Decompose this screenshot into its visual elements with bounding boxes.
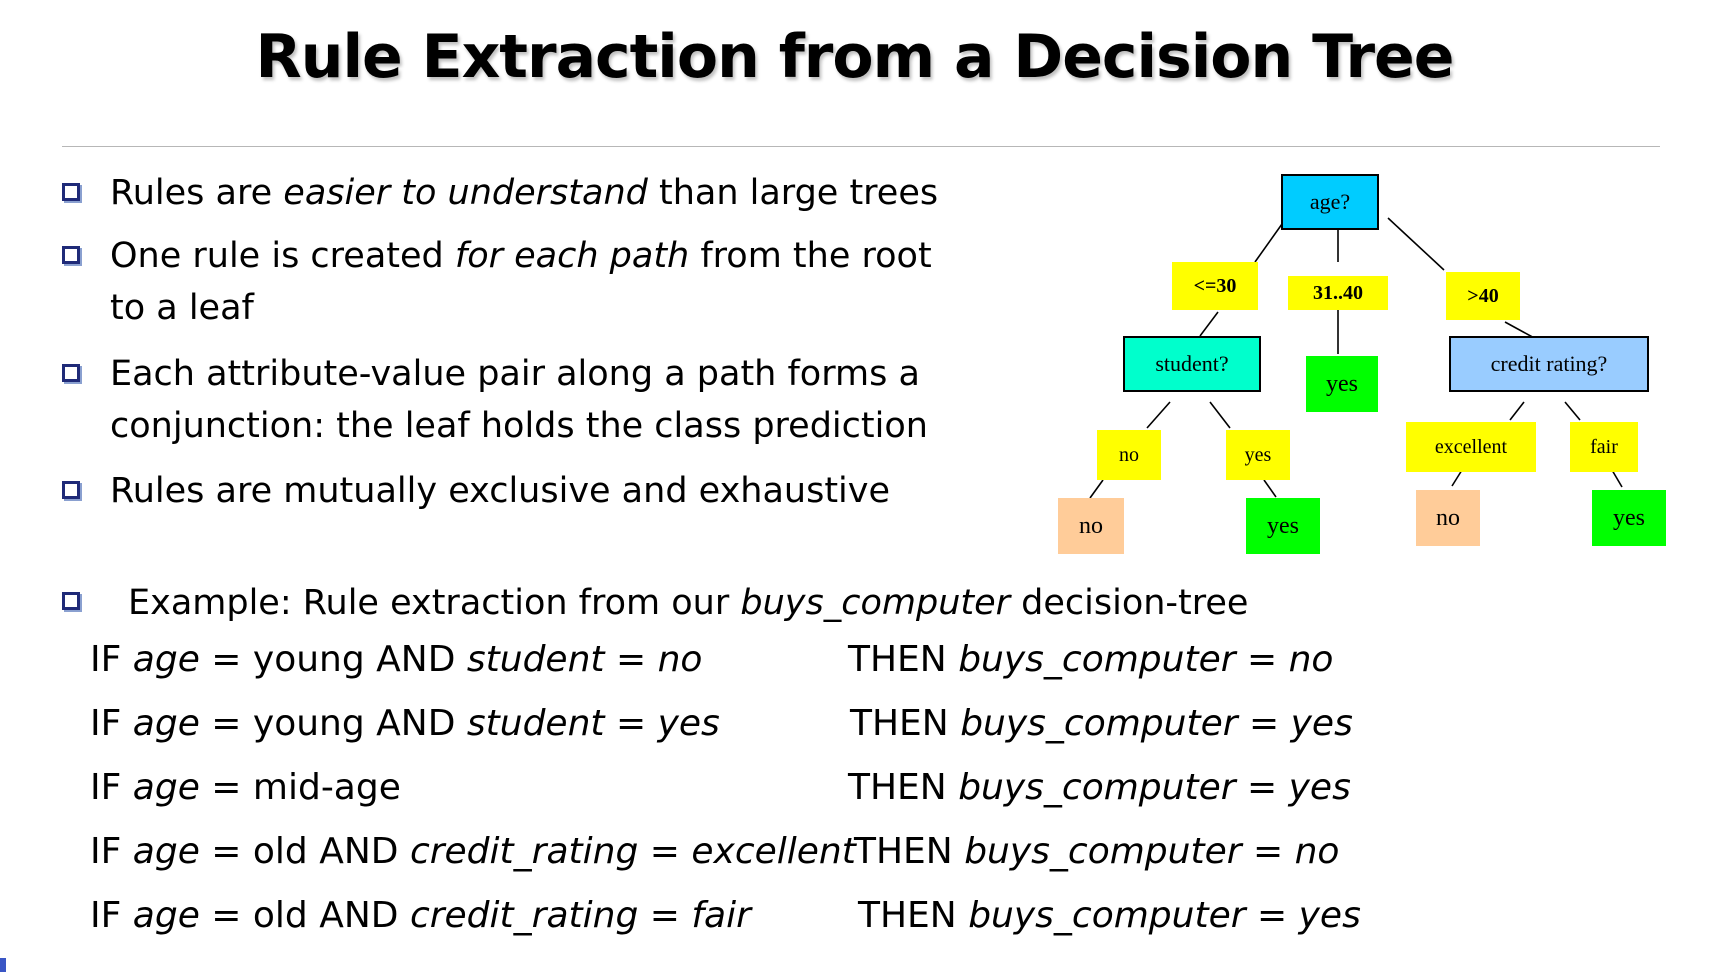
bullet-2-text: One rule is created for each path from t… bbox=[110, 230, 932, 282]
example-post: decision-tree bbox=[1010, 583, 1249, 623]
rule-conclusion-part: yes bbox=[1298, 895, 1361, 936]
slide-edge-mark bbox=[0, 958, 6, 972]
rule-condition-part: IF bbox=[90, 639, 133, 680]
rule-condition: IF age = young AND student = yes bbox=[90, 702, 720, 746]
rule-conclusion-part: THEN bbox=[858, 895, 969, 936]
bullet-icon bbox=[62, 592, 80, 610]
rule-conclusion-part: THEN bbox=[850, 703, 961, 744]
rule-conclusion: THEN buys_computer = no bbox=[854, 830, 1339, 874]
bullet-2-pre: One rule is created bbox=[110, 236, 455, 276]
rule-condition-part: age bbox=[132, 639, 200, 680]
rule-condition-part: credit_rating bbox=[409, 831, 639, 872]
rule-condition-part: IF bbox=[90, 831, 133, 872]
rule-conclusion-part: yes bbox=[1290, 703, 1353, 744]
rule-conclusion-part: = bbox=[1237, 703, 1291, 744]
rule-conclusion-part: buys_computer bbox=[960, 703, 1238, 744]
rule-condition: IF age = old AND credit_rating = fair bbox=[90, 894, 751, 938]
leaf-yes-mid-age: yes bbox=[1306, 356, 1378, 412]
rule-conclusion: THEN buys_computer = yes bbox=[850, 702, 1353, 746]
rule-condition-part: credit_rating bbox=[409, 895, 639, 936]
rule-conclusion-part: = bbox=[1235, 639, 1289, 680]
branch-label-student-no: no bbox=[1097, 430, 1161, 480]
rule-conclusion: THEN buys_computer = yes bbox=[858, 894, 1361, 938]
bullet-icon bbox=[62, 364, 80, 382]
rule-condition-part: IF bbox=[90, 895, 133, 936]
example-pre: Example: Rule extraction from our bbox=[128, 583, 741, 623]
rule-conclusion: THEN buys_computer = no bbox=[848, 638, 1333, 682]
example-em: buys_computer bbox=[740, 583, 1011, 623]
rule-condition-part: no bbox=[657, 639, 703, 680]
branch-label-le30: <=30 bbox=[1172, 262, 1258, 310]
rule-condition-part: = old AND bbox=[199, 895, 410, 936]
leaf-yes-fair: yes bbox=[1592, 490, 1666, 546]
rule-condition-part: = young AND bbox=[199, 703, 467, 744]
leaf-yes-student: yes bbox=[1246, 498, 1320, 554]
bullet-3-line1: Each attribute-value pair along a path f… bbox=[110, 354, 920, 394]
bullet-2-post: from the root bbox=[689, 236, 932, 276]
example-text: Example: Rule extraction from our buys_c… bbox=[128, 577, 1248, 629]
rule-conclusion-part: = bbox=[1245, 895, 1299, 936]
rule-conclusion-part: yes bbox=[1288, 767, 1351, 808]
rule-condition-part: = bbox=[604, 703, 658, 744]
leaf-no-excellent: no bbox=[1416, 490, 1480, 546]
rule-condition-part: = young AND bbox=[199, 639, 467, 680]
rule-condition-part: yes bbox=[657, 703, 720, 744]
rule-conclusion-part: no bbox=[1294, 831, 1340, 872]
branch-label-31-40: 31..40 bbox=[1288, 276, 1388, 310]
rule-condition-part: = bbox=[638, 895, 692, 936]
tree-credit-rating-node: credit rating? bbox=[1449, 336, 1649, 392]
bullet-1-pre: Rules are bbox=[110, 173, 284, 213]
bullet-2-line2: to a leaf bbox=[110, 288, 254, 328]
rule-conclusion: THEN buys_computer = yes bbox=[848, 766, 1351, 810]
bullet-1-post: than large trees bbox=[647, 173, 939, 213]
rule-conclusion-part: = bbox=[1235, 767, 1289, 808]
rule-conclusion-part: buys_computer bbox=[958, 767, 1236, 808]
bullet-4-text: Rules are mutually exclusive and exhaust… bbox=[110, 471, 891, 511]
rule-condition-part: student bbox=[466, 639, 605, 680]
bullet-1-text: Rules are easier to understand than larg… bbox=[110, 167, 938, 219]
rule-condition: IF age = young AND student = no bbox=[90, 638, 702, 682]
bullet-icon bbox=[62, 481, 80, 499]
bullet-icon bbox=[62, 246, 80, 264]
rule-condition-part: IF bbox=[90, 767, 133, 808]
bullet-3-line2: conjunction: the leaf holds the class pr… bbox=[110, 406, 928, 446]
rule-condition-part: fair bbox=[691, 895, 751, 936]
bullet-icon bbox=[62, 183, 80, 201]
bullet-1-em: easier to understand bbox=[283, 173, 648, 213]
rule-condition-part: excellent bbox=[691, 831, 856, 872]
branch-label-gt40: >40 bbox=[1446, 272, 1520, 320]
tree-root-node: age? bbox=[1281, 174, 1379, 230]
leaf-no-student: no bbox=[1058, 498, 1124, 554]
rule-condition-part: age bbox=[132, 895, 200, 936]
rule-conclusion-part: buys_computer bbox=[964, 831, 1242, 872]
rule-conclusion-part: THEN bbox=[854, 831, 965, 872]
slide-title: Rule Extraction from a Decision Tree bbox=[255, 22, 1455, 92]
rule-conclusion-part: THEN bbox=[848, 639, 959, 680]
rule-conclusion-part: THEN bbox=[848, 767, 959, 808]
rule-conclusion-part: = bbox=[1241, 831, 1295, 872]
rule-conclusion-part: buys_computer bbox=[968, 895, 1246, 936]
rule-condition: IF age = mid-age bbox=[90, 766, 401, 810]
rule-condition-part: age bbox=[132, 703, 200, 744]
rule-condition: IF age = old AND credit_rating = excelle… bbox=[90, 830, 856, 874]
tree-student-node: student? bbox=[1123, 336, 1261, 392]
rule-condition-part: age bbox=[132, 831, 200, 872]
rule-condition-part: IF bbox=[90, 703, 133, 744]
branch-label-fair: fair bbox=[1570, 422, 1638, 472]
rule-condition-part: age bbox=[132, 767, 200, 808]
rule-condition-part: student bbox=[466, 703, 605, 744]
bullet-2-em: for each path bbox=[454, 236, 690, 276]
rule-condition-part: = mid-age bbox=[199, 767, 401, 808]
rule-conclusion-part: buys_computer bbox=[958, 639, 1236, 680]
branch-label-excellent: excellent bbox=[1406, 422, 1536, 472]
rule-condition-part: = bbox=[604, 639, 658, 680]
rule-condition-part: = bbox=[638, 831, 692, 872]
branch-label-student-yes: yes bbox=[1226, 430, 1290, 480]
rule-conclusion-part: no bbox=[1288, 639, 1334, 680]
title-divider bbox=[62, 146, 1660, 147]
rule-condition-part: = old AND bbox=[199, 831, 410, 872]
